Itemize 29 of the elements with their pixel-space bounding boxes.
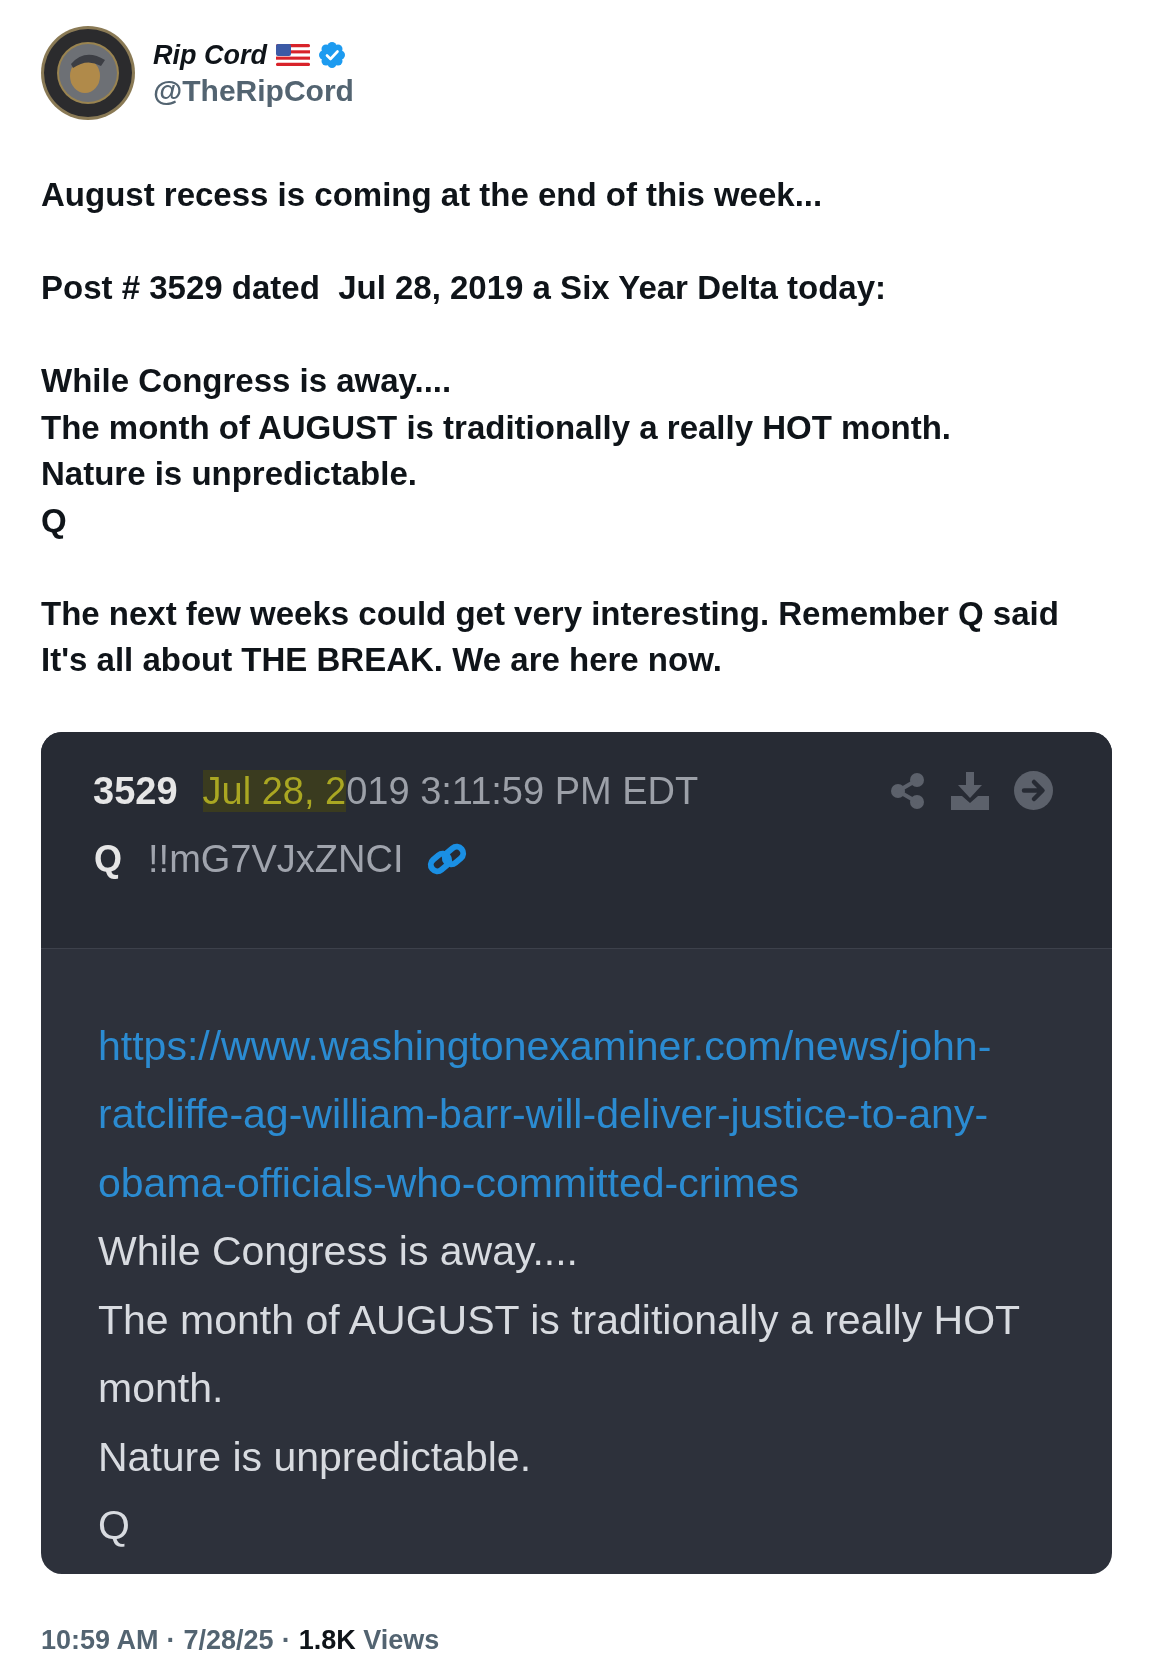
tweet-text: August recess is coming at the end of this week... <box>41 175 824 215</box>
download-icon[interactable] <box>950 771 990 810</box>
post-author: Q <box>94 836 122 881</box>
post-text: While Congress is away.... <box>98 1227 579 1276</box>
tweet-text: Post # 3529 dated Jul 28, 2019 a Six Year Delta today: <box>41 268 887 308</box>
separator: · <box>281 1623 291 1656</box>
arrow-circle-icon[interactable] <box>1014 771 1053 810</box>
post-text: Nature is unpredictable. <box>98 1432 533 1482</box>
post-date: Jul 28, 2019 3:11:59 PM EDT <box>202 768 699 813</box>
quoted-post-card[interactable] <box>41 731 1112 1574</box>
share-icon[interactable] <box>890 771 926 810</box>
separator: · <box>166 1623 176 1656</box>
view-count: 1.8K Views <box>298 1623 440 1656</box>
tweet-text: Q <box>41 500 68 541</box>
tweet-text: While Congress is away.... <box>41 361 453 401</box>
author-name[interactable]: Rip Cord <box>153 37 267 73</box>
tweet-text: Nature is unpredictable. <box>41 454 418 494</box>
post-text: Q <box>98 1501 131 1550</box>
post-time[interactable]: 10:59 AM <box>41 1623 159 1656</box>
post-text: The month of AUGUST is traditionally a really HOT month. <box>98 1295 1021 1413</box>
tripcode: !!mG7VJxZNCI <box>148 836 404 881</box>
post-date[interactable]: 7/28/25 <box>183 1623 274 1656</box>
tweet-text: The month of AUGUST is traditionally a really HOT month. <box>41 407 952 448</box>
article-link[interactable]: https://www.washingtonexaminer.com/news/john-ratcliffe-ag-william-barr-will-deliver-justice-to-any-obama-officials-who-committed-crimes <box>98 1011 1073 1217</box>
avatar-icon[interactable] <box>41 26 135 120</box>
tweet-text: The next few weeks could get very interesting. Remember Q said It's all about THE BREAK. We are here now. <box>41 593 1060 680</box>
us-flag-icon <box>276 44 310 66</box>
author-handle[interactable]: @TheRipCord <box>153 73 354 109</box>
post-number: 3529 <box>93 768 178 813</box>
